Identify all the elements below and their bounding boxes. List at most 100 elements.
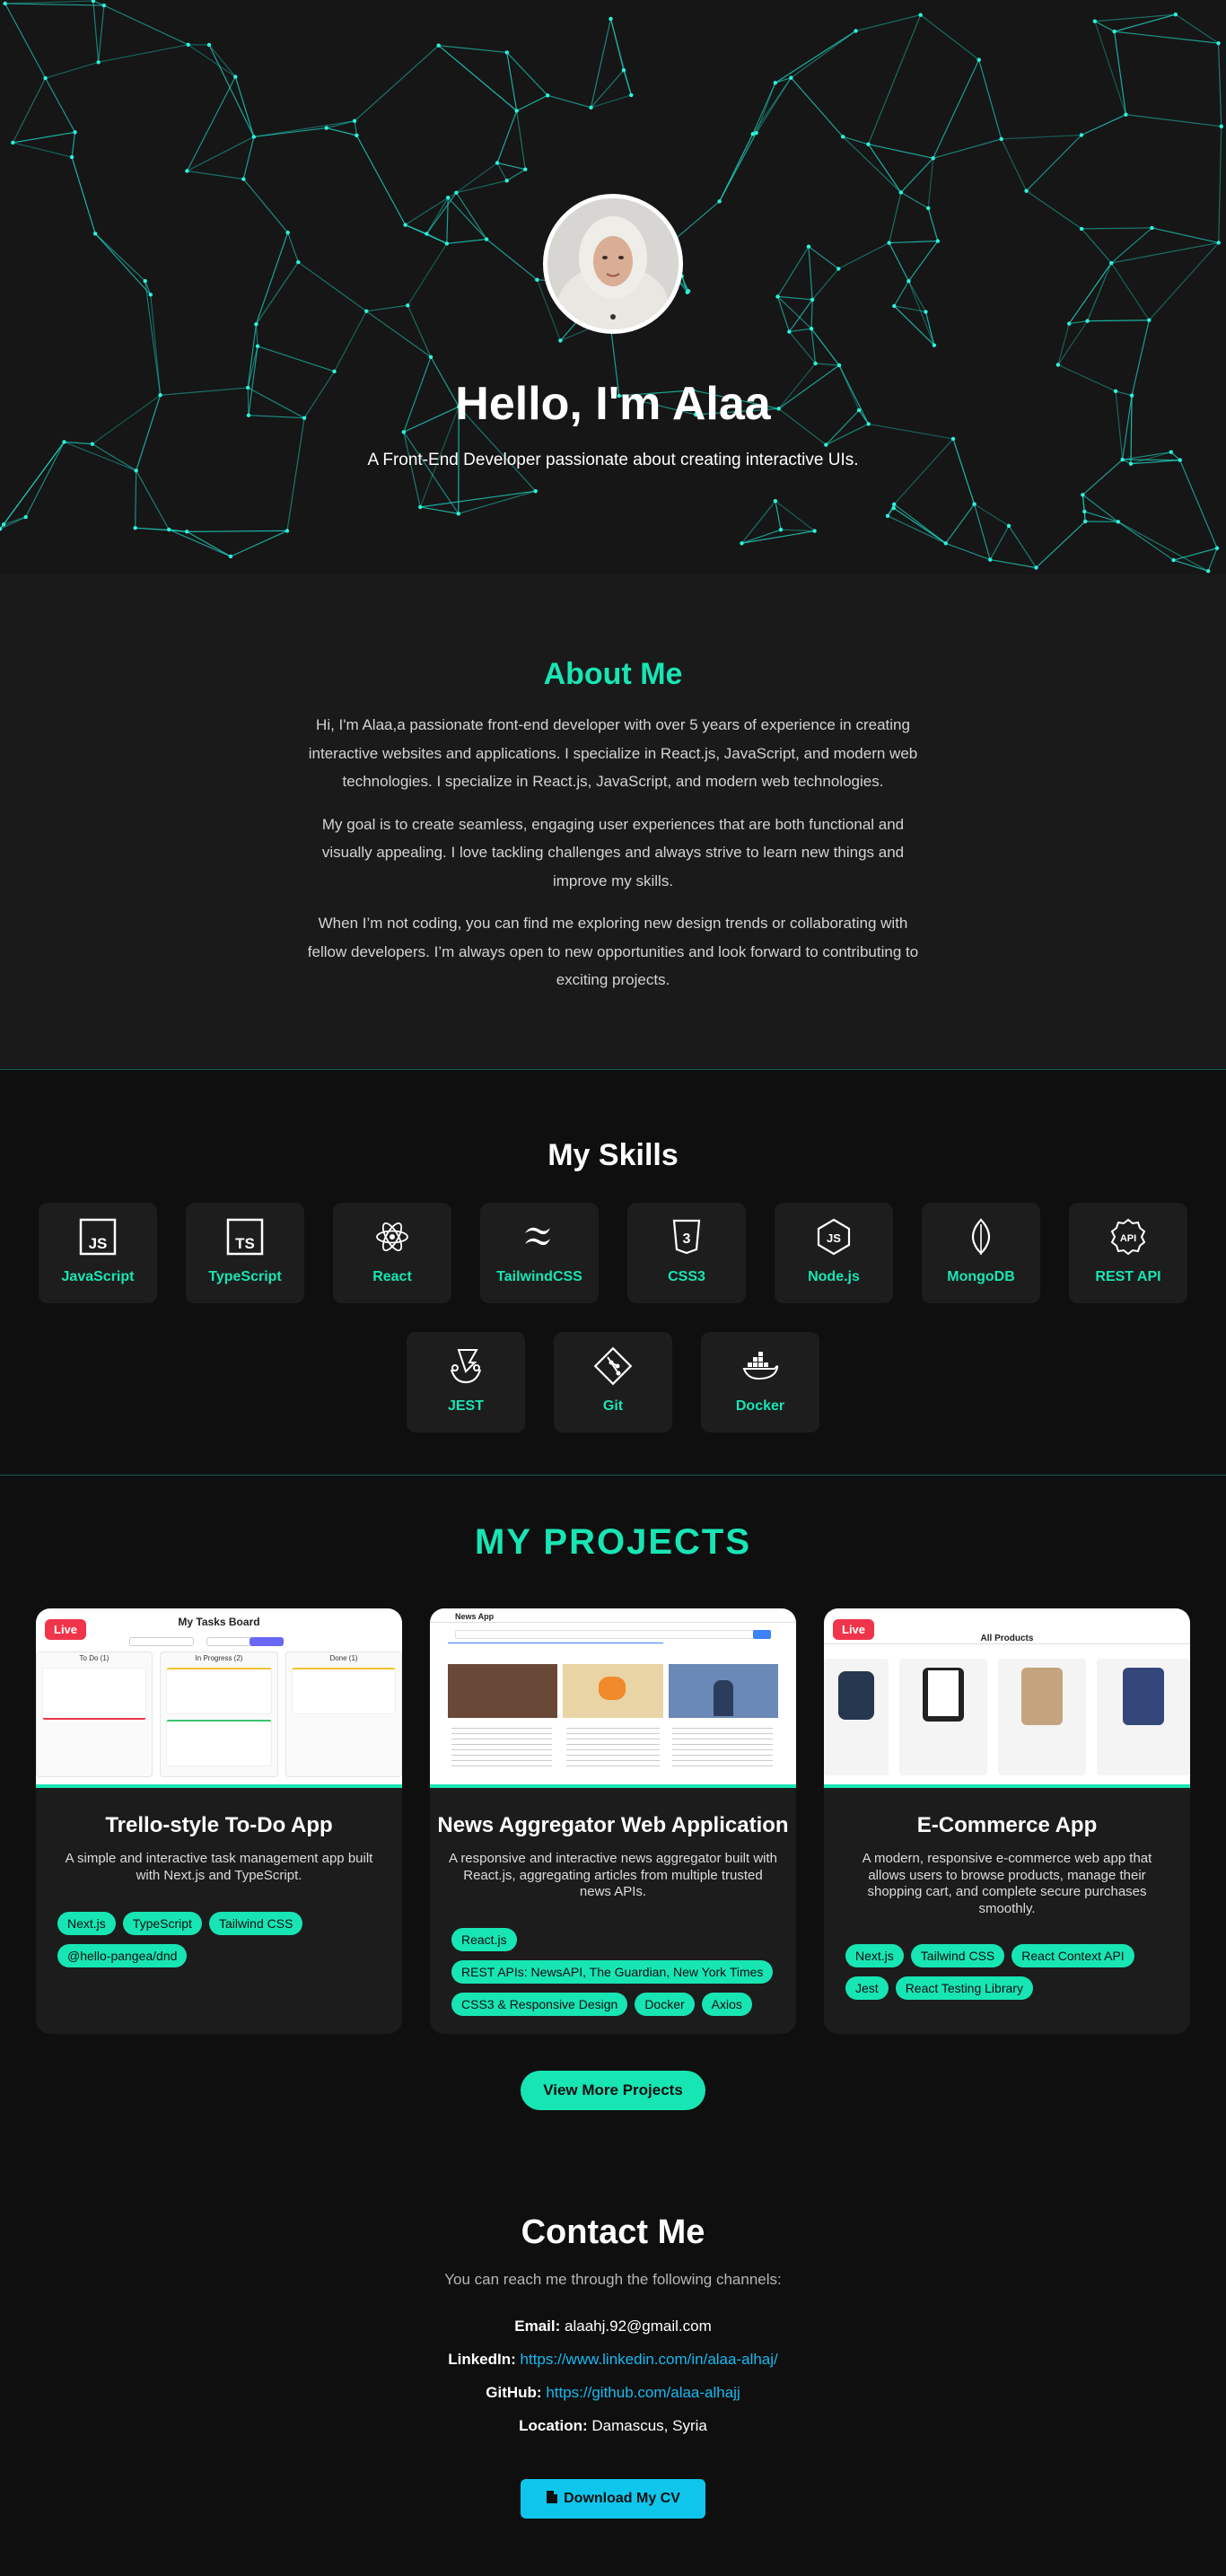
network-line <box>1218 126 1222 243</box>
network-node <box>454 190 459 195</box>
network-line <box>907 280 926 312</box>
network-line <box>45 61 99 79</box>
screenshot-column: Done (1) <box>285 1652 402 1777</box>
network-node <box>898 190 904 195</box>
network-line <box>952 438 976 504</box>
screenshot-column: To Do (1) <box>36 1652 153 1777</box>
live-badge[interactable]: Live <box>833 1619 875 1640</box>
javascript-icon: JS <box>79 1218 117 1256</box>
network-node <box>324 126 328 130</box>
network-node <box>428 355 433 359</box>
network-line <box>837 242 889 269</box>
screenshot-title: All Products <box>980 1634 1034 1643</box>
svg-text:3: 3 <box>683 1231 691 1247</box>
network-line <box>13 131 75 144</box>
network-node <box>92 232 98 236</box>
tech-tag: Next.js <box>845 1944 904 1967</box>
network-node <box>96 60 101 65</box>
network-line <box>1094 21 1126 115</box>
network-node <box>1055 363 1061 367</box>
email-value[interactable]: alaahj.92@gmail.com <box>565 2318 712 2335</box>
network-node <box>403 223 407 227</box>
network-node <box>185 530 189 534</box>
hero-title: Hello, I'm Alaa <box>455 378 771 430</box>
network-node <box>23 514 28 520</box>
project-card-trello[interactable]: My Tasks Board To Do (1) In Progress (2)… <box>36 1608 402 2034</box>
project-screenshot[interactable]: News App <box>430 1608 796 1788</box>
network-line <box>455 192 487 240</box>
skill-card-javascript: JS JavaScript <box>39 1203 157 1303</box>
network-line <box>1026 135 1082 192</box>
network-node <box>484 237 489 241</box>
network-line <box>94 232 146 282</box>
network-line <box>496 162 526 171</box>
linkedin-link[interactable]: https://www.linkedin.com/in/alaa-alhaj/ <box>521 2351 778 2368</box>
network-line <box>808 246 813 300</box>
live-badge[interactable]: Live <box>45 1619 87 1640</box>
screenshot-column-title: Done (1) <box>329 1654 358 1662</box>
product-thumbnail <box>824 1659 889 1775</box>
tech-tag: Docker <box>635 1993 695 2016</box>
api-icon: API <box>1110 1218 1146 1256</box>
network-line <box>1069 320 1088 325</box>
network-line <box>186 76 236 171</box>
location-label: Location: <box>519 2417 588 2434</box>
network-line <box>547 94 591 109</box>
contact-section: Contact Me You can reach me through the … <box>0 2140 1226 2576</box>
network-line <box>297 261 367 312</box>
network-line <box>187 530 287 532</box>
network-line <box>187 136 255 172</box>
network-line <box>287 232 299 263</box>
network-node <box>950 436 956 442</box>
network-node <box>332 369 337 373</box>
project-screenshot[interactable]: My Tasks Board To Do (1) In Progress (2)… <box>36 1608 402 1788</box>
network-node <box>750 132 755 136</box>
network-node <box>926 206 931 211</box>
network-node <box>789 75 793 80</box>
github-link[interactable]: https://github.com/alaa-alhajj <box>546 2384 740 2401</box>
skill-label: JEST <box>447 1398 484 1414</box>
network-line <box>103 4 189 46</box>
network-node <box>621 67 626 73</box>
download-cv-button[interactable]: Download My CV <box>521 2479 705 2519</box>
docker-icon <box>742 1352 779 1380</box>
network-line <box>242 179 289 233</box>
network-line <box>135 527 188 532</box>
network-line <box>71 132 76 158</box>
project-card-ecommerce[interactable]: All Products Live E-Commerce App A moder… <box>824 1608 1190 2034</box>
project-title: E-Commerce App <box>916 1813 1098 1837</box>
network-node <box>185 169 189 173</box>
network-line <box>990 559 1037 569</box>
view-more-projects-button[interactable]: View More Projects <box>521 2071 705 2110</box>
network-line <box>4 3 104 6</box>
project-tags: Next.js Tailwind CSS React Context API J… <box>845 1944 1169 2000</box>
about-paragraph: Hi, I'm Alaa,a passionate front-end deve… <box>308 716 918 790</box>
network-node <box>775 294 780 299</box>
network-line <box>446 238 487 244</box>
network-line <box>458 490 536 514</box>
network-line <box>516 110 526 170</box>
network-node <box>1083 519 1088 524</box>
network-line <box>893 280 909 307</box>
network-line <box>98 5 105 63</box>
network-node <box>436 43 441 48</box>
typescript-icon: TS <box>226 1218 264 1256</box>
network-line <box>1008 525 1038 568</box>
project-screenshot[interactable]: All Products Live <box>824 1608 1190 1788</box>
screenshot-column-title: In Progress (2) <box>195 1654 243 1662</box>
contact-subtitle: You can reach me through the following c… <box>444 2271 782 2288</box>
network-node <box>1216 241 1221 245</box>
hero-subtitle: A Front-End Developer passionate about c… <box>367 451 859 469</box>
network-node <box>906 278 911 284</box>
network-line <box>893 305 935 346</box>
network-line <box>253 127 327 138</box>
network-node <box>1109 260 1114 266</box>
network-node <box>972 502 976 506</box>
project-card-news[interactable]: News App News Aggregator Web Application… <box>430 1608 796 2034</box>
network-node <box>535 277 539 282</box>
skill-card-css3: 3 CSS3 <box>627 1203 746 1303</box>
network-node <box>935 239 941 243</box>
network-node <box>425 232 429 236</box>
skill-card-jest: JEST <box>407 1332 525 1433</box>
network-line <box>12 77 47 144</box>
